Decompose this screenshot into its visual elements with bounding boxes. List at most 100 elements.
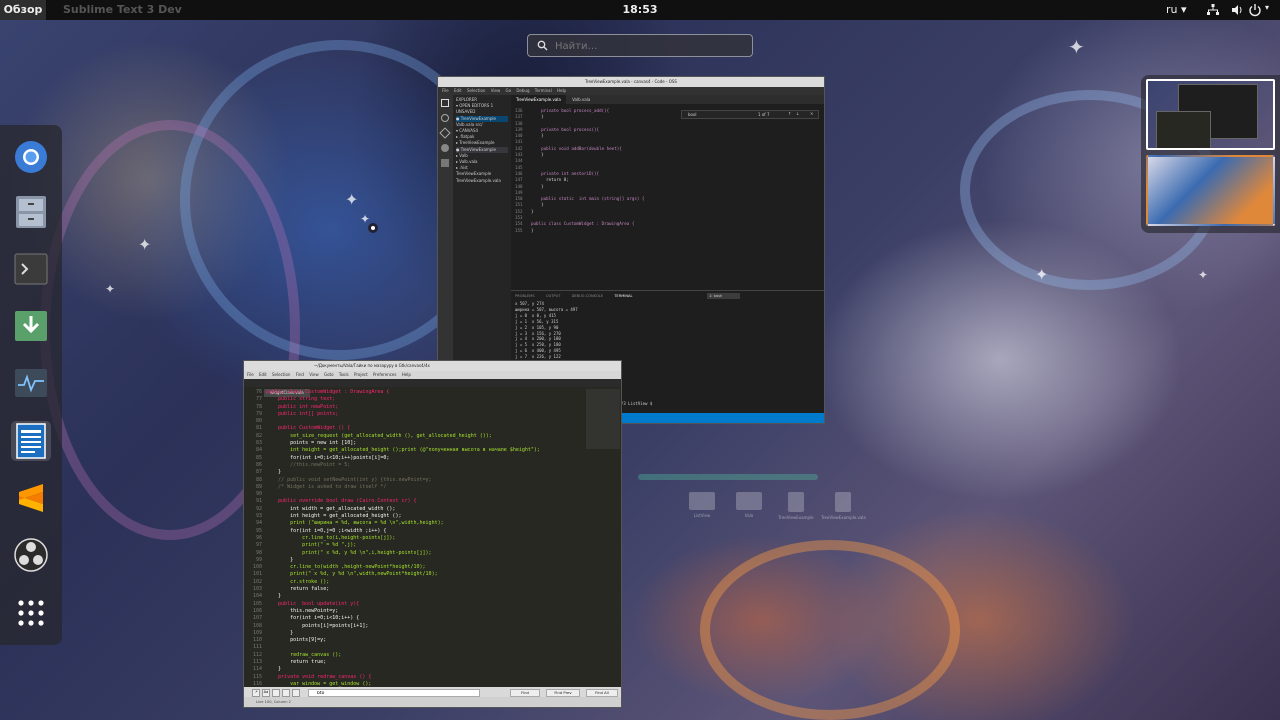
workspace-2-thumbnail[interactable] [1146, 155, 1275, 226]
keyboard-layout[interactable]: ru ▾ [1166, 0, 1187, 20]
code-line[interactable]: 88 // public void setNewPoint(int y) {th… [244, 477, 584, 484]
menu-terminal[interactable]: Terminal [535, 88, 552, 93]
menu-selection[interactable]: Selection [467, 88, 485, 93]
menu-edit[interactable]: Edit [454, 88, 462, 93]
sidebar-item[interactable]: ▾ OPEN EDITORS 1 UNSAVED [456, 103, 508, 115]
menu-tools[interactable]: Tools [339, 372, 349, 377]
code-line[interactable]: 85 for(int i=0;i<10;i++)points[i]=0; [244, 455, 584, 462]
tab-debug-console[interactable]: DEBUG CONSOLE [572, 294, 603, 298]
search-input[interactable] [555, 38, 745, 54]
code-line[interactable]: 82 set_size_request (get_allocated_width… [244, 433, 584, 440]
code-line[interactable]: 112 redraw_canvas (); [244, 652, 584, 659]
terminal-icon[interactable] [11, 249, 51, 289]
code-line[interactable]: 110 points[9]=y; [244, 637, 584, 644]
code-line[interactable]: 113 return true; [244, 659, 584, 666]
source-control-icon[interactable] [439, 127, 451, 139]
app-menu[interactable]: Sublime Text 3 Dev [63, 0, 182, 20]
regex-toggle-icon[interactable]: .* [252, 689, 260, 697]
find-input[interactable]: bool [688, 112, 697, 117]
menu-help[interactable]: Help [402, 372, 411, 377]
code-line[interactable]: 99 } [244, 557, 584, 564]
code-line[interactable]: 111 [244, 644, 584, 651]
find-prev-icon[interactable]: ↑ [788, 111, 791, 116]
obs-studio-icon[interactable] [11, 535, 51, 575]
code-line[interactable]: 97 print(" = %d ",j); [244, 542, 584, 549]
menu-file[interactable]: File [442, 88, 449, 93]
power-icon[interactable] [1248, 3, 1262, 17]
code-line[interactable]: 94 print ("ширина = %d, высота = %d \n",… [244, 520, 584, 527]
code-line[interactable]: 114 } [244, 666, 584, 673]
menu-go[interactable]: Go [506, 88, 512, 93]
code-line[interactable]: 105 public bool update(int y){ [244, 601, 584, 608]
case-toggle-icon[interactable]: Aa [262, 689, 270, 697]
menu-find[interactable]: Find [296, 372, 304, 377]
code-line[interactable]: 91 public override bool draw (Cairo.Cont… [244, 498, 584, 505]
system-menu-arrow-icon[interactable]: ▾ [1265, 3, 1269, 12]
file-cabinet-icon[interactable] [11, 192, 51, 232]
minimap[interactable] [586, 389, 620, 449]
code-line[interactable]: 115 private void redraw_canvas () { [244, 674, 584, 681]
menu-help[interactable]: Help [557, 88, 566, 93]
code-line[interactable]: 83 points = new int [10]; [244, 440, 584, 447]
terminal-select[interactable]: 1: bash [707, 293, 741, 299]
debug-icon[interactable] [441, 144, 449, 152]
find-button[interactable]: Find [510, 689, 540, 697]
tab-output[interactable]: OUTPUT [546, 294, 561, 298]
tab-treeviewexample[interactable]: TreeViewExample.vala [511, 95, 566, 104]
overview-search[interactable] [527, 34, 753, 57]
code-line[interactable]: 81 public CustomWidget () { [244, 425, 584, 432]
code-line[interactable]: 102 cr.stroke (); [244, 579, 584, 586]
code-line[interactable]: 84 int height = get_allocated_height ();… [244, 447, 584, 454]
text-editor-icon[interactable] [11, 421, 51, 461]
whole-word-toggle-icon[interactable] [272, 689, 280, 697]
menu-project[interactable]: Project [354, 372, 368, 377]
tab-valb[interactable]: Valb.vala [567, 95, 595, 104]
workspace-1-thumbnail[interactable] [1146, 79, 1275, 150]
find-prev-button[interactable]: Find Prev [546, 689, 580, 697]
download-icon[interactable] [11, 306, 51, 346]
menu-selection[interactable]: Selection [272, 372, 290, 377]
find-next-icon[interactable]: ↓ [796, 111, 799, 116]
close-icon[interactable]: × [810, 111, 813, 116]
find-input[interactable] [308, 689, 480, 697]
sublime-text-icon[interactable] [11, 478, 51, 518]
menu-preferences[interactable]: Preferences [373, 372, 397, 377]
clock[interactable]: 18:53 [610, 0, 670, 20]
code-line[interactable]: 104 } [244, 593, 584, 600]
app-grid-icon[interactable] [11, 593, 51, 633]
code-line[interactable]: 92 int width = get_allocated_width (); [244, 506, 584, 513]
code-line[interactable]: 100 cr.line_to(width ,height-newPoint*he… [244, 564, 584, 571]
menu-edit[interactable]: Edit [259, 372, 267, 377]
sublime-window[interactable]: ~/Документы/Vala/Гайки по мазаруру в Gtk… [243, 360, 622, 708]
explorer-icon[interactable] [441, 99, 449, 107]
code-line[interactable]: 96 cr.line_to(i,height-points[j]); [244, 535, 584, 542]
code-line[interactable]: 89 /* Widget is asked to draw itself */ [244, 484, 584, 491]
chromium-icon[interactable] [11, 137, 51, 177]
menu-debug[interactable]: Debug [516, 88, 529, 93]
code-editor[interactable]: 76 public class CustomWidget : DrawingAre… [244, 389, 584, 707]
in-selection-toggle-icon[interactable] [292, 689, 300, 697]
menu-file[interactable]: File [247, 372, 254, 377]
code-line[interactable]: 106 this.newPoint=y; [244, 608, 584, 615]
menu-goto[interactable]: Goto [324, 372, 334, 377]
tab-problems[interactable]: PROBLEMS [515, 294, 535, 298]
code-editor[interactable]: 136 private bool process_add(){137 } 138 1… [511, 108, 824, 288]
menu-view[interactable]: View [491, 88, 501, 93]
extensions-icon[interactable] [441, 159, 449, 167]
menu-view[interactable]: View [309, 372, 319, 377]
volume-icon[interactable] [1230, 3, 1244, 17]
code-line[interactable]: 77 public string text; [244, 396, 584, 403]
code-line[interactable]: 98 print(" x %d, y %d \n",i,height-point… [244, 550, 584, 557]
code-line[interactable]: 95 for(int i=0,j=0 ;i<width ;i++) { [244, 528, 584, 535]
code-line[interactable]: 155} [515, 228, 824, 234]
wrap-toggle-icon[interactable] [282, 689, 290, 697]
code-line[interactable]: 80 [244, 418, 584, 425]
code-line[interactable]: 79 public int[] points; [244, 411, 584, 418]
activities-button[interactable]: Обзор [0, 0, 46, 20]
code-line[interactable]: 86 //this.newPoint = 5; [244, 462, 584, 469]
code-line[interactable]: 90 [244, 491, 584, 498]
find-all-button[interactable]: Find All [586, 689, 618, 697]
code-line[interactable]: 87 } [244, 469, 584, 476]
code-line[interactable]: 101 print(" x %d, y %d \n",width,newPoin… [244, 571, 584, 578]
tab-terminal[interactable]: TERMINAL [614, 294, 632, 298]
